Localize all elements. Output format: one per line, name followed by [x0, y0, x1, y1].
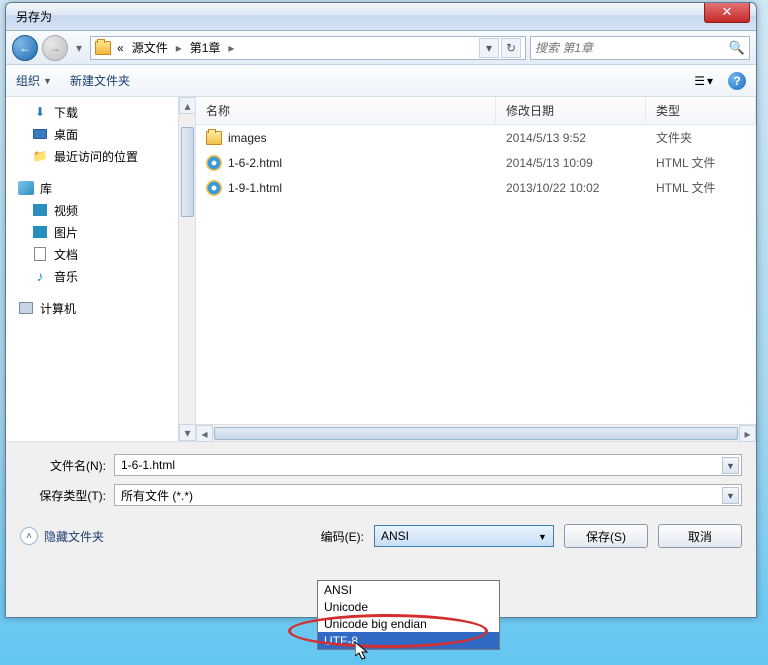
sidebar-item-pictures[interactable]: 图片	[12, 221, 195, 243]
music-icon: ♪	[32, 268, 48, 284]
close-button[interactable]: ✕	[704, 3, 750, 23]
column-modified[interactable]: 修改日期	[496, 97, 646, 124]
column-headers: 名称 修改日期 类型	[196, 97, 756, 125]
encoding-label: 编码(E):	[321, 528, 364, 545]
computer-icon	[18, 300, 34, 316]
dialog-footer: 文件名(N): 1-6-1.html ▼ 保存类型(T): 所有文件 (*.*)…	[6, 441, 756, 562]
encoding-dropdown-list: ANSI Unicode Unicode big endian UTF-8	[317, 580, 500, 650]
cancel-button[interactable]: 取消	[658, 524, 742, 548]
filetype-label: 保存类型(T):	[20, 487, 106, 504]
scroll-thumb[interactable]	[181, 127, 194, 217]
help-button[interactable]: ?	[728, 72, 746, 90]
horizontal-scrollbar[interactable]: ◂ ▸	[196, 424, 756, 441]
encoding-combo[interactable]: ANSI ▼	[374, 525, 554, 547]
sidebar-scrollbar[interactable]: ▴ ▾	[178, 97, 195, 441]
crumb-2[interactable]: 第1章	[188, 39, 223, 56]
sidebar-item-computer[interactable]: 计算机	[12, 297, 195, 319]
navigation-bar: ← → ▾ « 源文件 ▸ 第1章 ▸ ▾ ↻ 🔍	[6, 31, 756, 65]
scroll-right-icon[interactable]: ▸	[739, 425, 756, 442]
titlebar[interactable]: 另存为 ✕	[6, 3, 756, 31]
sidebar-item-downloads[interactable]: ⬇下载	[12, 101, 195, 123]
save-button[interactable]: 保存(S)	[564, 524, 648, 548]
hide-folders-toggle[interactable]: ˄ 隐藏文件夹	[20, 527, 104, 545]
organize-menu[interactable]: 组织▼	[16, 72, 52, 89]
crumb-sep-icon[interactable]: ▸	[226, 41, 236, 55]
forward-button[interactable]: →	[42, 35, 68, 61]
recent-icon: 📁	[32, 148, 48, 164]
chevron-down-icon: ▾	[707, 74, 713, 88]
download-icon: ⬇	[32, 104, 48, 120]
file-row[interactable]: images 2014/5/13 9:52 文件夹	[196, 125, 756, 150]
search-icon[interactable]: 🔍	[729, 40, 745, 56]
scroll-down-icon[interactable]: ▾	[179, 424, 196, 441]
sidebar-item-music[interactable]: ♪音乐	[12, 265, 195, 287]
address-dropdown[interactable]: ▾	[479, 38, 499, 58]
file-list-pane: 名称 修改日期 类型 images 2014/5/13 9:52 文件夹 1-6…	[196, 97, 756, 441]
new-folder-button[interactable]: 新建文件夹	[70, 72, 130, 89]
crumb-1[interactable]: 源文件	[130, 39, 170, 56]
sidebar-item-recent[interactable]: 📁最近访问的位置	[12, 145, 195, 167]
scroll-up-icon[interactable]: ▴	[179, 97, 196, 114]
view-icon: ☰	[694, 74, 705, 88]
sidebar-item-libraries[interactable]: 库	[12, 177, 195, 199]
filename-label: 文件名(N):	[20, 457, 106, 474]
chevron-down-icon: ▼	[534, 528, 551, 545]
address-bar[interactable]: « 源文件 ▸ 第1章 ▸ ▾ ↻	[90, 36, 526, 60]
view-options-button[interactable]: ☰ ▾	[689, 71, 718, 91]
nav-history-dropdown[interactable]: ▾	[72, 35, 86, 61]
scroll-thumb[interactable]	[214, 427, 738, 440]
sidebar-item-documents[interactable]: 文档	[12, 243, 195, 265]
picture-icon	[32, 224, 48, 240]
video-icon	[32, 202, 48, 218]
toolbar: 组织▼ 新建文件夹 ☰ ▾ ?	[6, 65, 756, 97]
window-title: 另存为	[16, 8, 52, 25]
back-button[interactable]: ←	[12, 35, 38, 61]
crumb-prefix: «	[115, 41, 126, 55]
ie-icon	[206, 180, 222, 196]
file-row[interactable]: 1-9-1.html 2013/10/22 10:02 HTML 文件	[196, 175, 756, 200]
encoding-option[interactable]: Unicode big endian	[318, 615, 499, 632]
scroll-left-icon[interactable]: ◂	[196, 425, 213, 442]
refresh-button[interactable]: ↻	[501, 38, 521, 58]
file-rows: images 2014/5/13 9:52 文件夹 1-6-2.html 201…	[196, 125, 756, 424]
filename-input[interactable]: 1-6-1.html ▼	[114, 454, 742, 476]
sidebar-item-videos[interactable]: 视频	[12, 199, 195, 221]
dialog-body: ⬇下载 桌面 📁最近访问的位置 库 视频 图片 文档 ♪音乐 计算机 ▴ ▾ 名…	[6, 97, 756, 441]
filename-history-dropdown[interactable]: ▼	[722, 457, 739, 474]
save-as-dialog: 另存为 ✕ ← → ▾ « 源文件 ▸ 第1章 ▸ ▾ ↻ 🔍 组织▼ 新建文件…	[5, 2, 757, 618]
filetype-combo[interactable]: 所有文件 (*.*) ▼	[114, 484, 742, 506]
desktop-icon	[32, 126, 48, 142]
chevron-up-icon: ˄	[20, 527, 38, 545]
folder-icon	[206, 131, 222, 145]
crumb-sep-icon[interactable]: ▸	[174, 41, 184, 55]
column-type[interactable]: 类型	[646, 97, 756, 124]
encoding-option[interactable]: Unicode	[318, 598, 499, 615]
encoding-option[interactable]: UTF-8	[318, 632, 499, 649]
encoding-option[interactable]: ANSI	[318, 581, 499, 598]
sidebar-item-desktop[interactable]: 桌面	[12, 123, 195, 145]
filetype-dropdown-arrow[interactable]: ▼	[722, 487, 739, 504]
ie-icon	[206, 155, 222, 171]
folder-icon	[95, 41, 111, 55]
navigation-pane: ⬇下载 桌面 📁最近访问的位置 库 视频 图片 文档 ♪音乐 计算机 ▴ ▾	[6, 97, 196, 441]
search-box[interactable]: 🔍	[530, 36, 750, 60]
library-icon	[18, 180, 34, 196]
column-name[interactable]: 名称	[196, 97, 496, 124]
file-row[interactable]: 1-6-2.html 2014/5/13 10:09 HTML 文件	[196, 150, 756, 175]
chevron-down-icon: ▼	[43, 76, 52, 86]
document-icon	[32, 246, 48, 262]
search-input[interactable]	[535, 41, 729, 55]
